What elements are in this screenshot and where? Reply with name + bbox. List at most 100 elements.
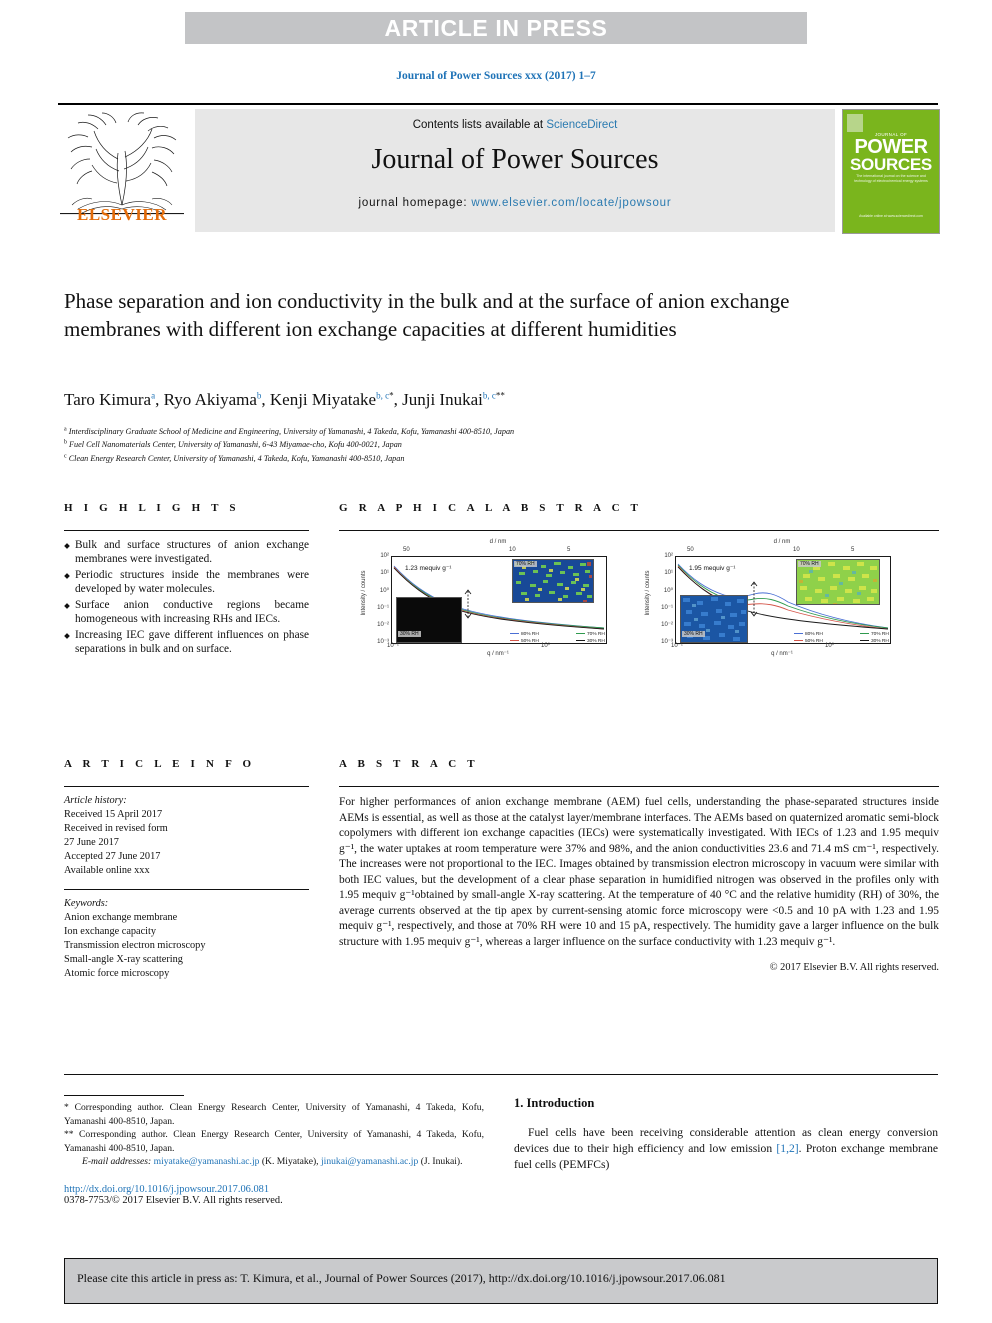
inset-caption: 30% RH [398,631,421,637]
chart-x-axis-label: q / nm⁻¹ [487,651,509,657]
affiliation-mark: c [64,452,67,459]
y-tick: 10⁻² [661,622,673,628]
saxs-chart-left: d / nm 50 10 5 Intensity / counts 10² 10… [347,538,625,663]
sciencedirect-link[interactable]: ScienceDirect [546,119,617,131]
masthead-center-panel: Contents lists available at ScienceDirec… [195,109,835,232]
corresponding-mark: * [64,1102,69,1113]
top-tick: 50 [687,547,694,553]
affiliation-text: Clean Energy Research Center, University… [68,453,405,463]
issn-copyright: 0378-7753/© 2017 Elsevier B.V. All right… [64,1195,283,1207]
inset-caption: 30% RH [682,631,705,637]
journal-masthead: ELSEVIER Contents lists available at Sci… [58,103,940,235]
introduction-paragraph: Fuel cells have been receiving considera… [514,1125,938,1174]
affiliation-mark: b [64,439,67,446]
journal-cover-thumbnail: JOURNAL OF POWER SOURCES The internation… [842,109,940,234]
doi-link[interactable]: http://dx.doi.org/10.1016/j.jpowsour.201… [64,1184,484,1195]
keyword-item: Atomic force microscopy [64,968,170,979]
legend-label: 70% RH [587,632,605,637]
chart-y-ticks: 10² 10¹ 10⁰ 10⁻¹ 10⁻² 10⁻³ [651,552,673,646]
legend-item: 80% RH [794,631,856,638]
corresponding-mark: * [389,390,394,401]
journal-title: Journal of Power Sources [371,144,659,175]
affiliation-text: Fuel Cell Nanomaterials Center, Universi… [69,440,402,450]
affiliation-text: Interdisciplinary Graduate School of Med… [68,427,515,436]
x-tick: 10⁻¹ [671,643,683,649]
highlights-list: Bulk and surface structures of anion exc… [64,538,309,657]
inset-caption: 70% RH [514,561,537,567]
introduction-column: 1. Introduction Fuel cells have been rec… [514,1096,938,1174]
top-tick: 50 [403,547,410,553]
list-item: Surface anion conductive regions became … [64,598,309,627]
y-tick: 10⁻¹ [661,605,673,611]
y-tick: 10⁰ [379,588,389,594]
top-tick: 10 [793,547,800,553]
author-name: Taro Kimura [64,390,152,409]
chart-top-axis-label: d / nm [489,539,507,545]
saxs-chart-right: d / nm 50 10 5 Intensity / counts 10² 10… [631,538,909,663]
author-list: Taro Kimuraa, Ryo Akiyamab, Kenji Miyata… [64,390,505,409]
cover-footer: Available online at www.sciencedirect.co… [859,214,923,218]
inset-caption: 70% RH [798,561,821,567]
chart-bottom-ticks: 10⁻¹ 10⁰ [671,642,889,650]
keyword-item: Transmission electron microscopy [64,940,206,951]
author-affil-mark: b, c [376,390,390,401]
y-tick: 10¹ [380,570,389,576]
homepage-prefix: journal homepage: [358,197,472,209]
y-tick: 10⁻² [377,622,389,628]
email-owner-1: (K. Miyatake), [261,1156,319,1168]
email-owner-2: (J. Inukai). [420,1156,463,1168]
article-in-press-banner: ARTICLE IN PRESS [185,12,807,44]
affiliation-item: b Fuel Cell Nanomaterials Center, Univer… [64,438,924,451]
article-info-divider [64,786,309,787]
x-tick: 10⁰ [825,643,835,649]
keywords-label: Keywords: [64,898,109,909]
list-item: Increasing IEC gave different influences… [64,628,309,657]
article-in-press-label: ARTICLE IN PRESS [384,15,608,41]
graphical-abstract-heading: G R A P H I C A L A B S T R A C T [339,502,643,514]
chart-x-axis-label: q / nm⁻¹ [771,651,793,657]
legend-item: 70% RH [860,631,890,638]
email-addresses: E-mail addresses: miyatake@yamanashi.ac.… [64,1155,484,1169]
y-tick: 10² [380,553,389,559]
corresponding-author-1: * Corresponding author. Clean Energy Res… [64,1101,484,1128]
history-item: Received 15 April 2017 [64,809,163,820]
chart-iec-annotation: 1.23 mequiv g⁻¹ [405,565,452,572]
graphical-abstract-divider [339,530,939,531]
legend-item: 80% RH [510,631,572,638]
journal-citation-line: Journal of Power Sources xxx (2017) 1–7 [396,70,596,82]
chart-iec-annotation: 1.95 mequiv g⁻¹ [689,565,736,572]
corresponding-mark: ** [495,390,505,401]
contents-available-line: Contents lists available at ScienceDirec… [195,119,835,131]
email-label: E-mail addresses: [82,1156,152,1168]
top-tick: 5 [567,547,571,553]
corresponding-mark: ** [64,1129,74,1141]
author-affil-mark: a [151,390,156,401]
graphical-abstract-section: G R A P H I C A L A B S T R A C T d / nm… [339,502,939,663]
keywords-divider [64,889,309,890]
introduction-heading: 1. Introduction [514,1096,595,1110]
email-link-2[interactable]: jinukai@yamanashi.ac.jp [321,1156,418,1167]
abstract-heading: A B S T R A C T [339,758,479,770]
keyword-item: Small-angle X-ray scattering [64,954,183,965]
email-link-1[interactable]: miyatake@yamanashi.ac.jp [154,1156,260,1167]
legend-label: 70% RH [871,632,889,637]
history-item: Accepted 27 June 2017 [64,851,161,862]
highlights-divider [64,530,309,531]
journal-homepage-link[interactable]: www.elsevier.com/locate/jpowsour [471,197,671,209]
cite-this-article-box: Please cite this article in press as: T.… [64,1258,938,1304]
x-tick: 10⁰ [541,643,551,649]
abstract-copyright: © 2017 Elsevier B.V. All rights reserved… [769,962,939,973]
footnotes-column: * Corresponding author. Clean Energy Res… [64,1095,484,1206]
y-tick: 10² [664,553,673,559]
y-tick: 10⁰ [663,588,673,594]
author-affil-mark: b [256,390,262,401]
cover-top-strip [847,113,935,125]
paper-page: ARTICLE IN PRESS Journal of Power Source… [0,0,992,1323]
legend-item: 70% RH [576,631,606,638]
chart-y-ticks: 10² 10¹ 10⁰ 10⁻¹ 10⁻² 10⁻³ [367,552,389,646]
citation-link[interactable]: [1,2] [776,1142,798,1155]
legend-label: 80% RH [805,632,823,637]
keywords-block: Keywords: Anion exchange membrane Ion ex… [64,897,309,981]
chart-top-ticks: 50 10 5 [675,547,889,555]
article-history-label: Article history: [64,795,127,806]
